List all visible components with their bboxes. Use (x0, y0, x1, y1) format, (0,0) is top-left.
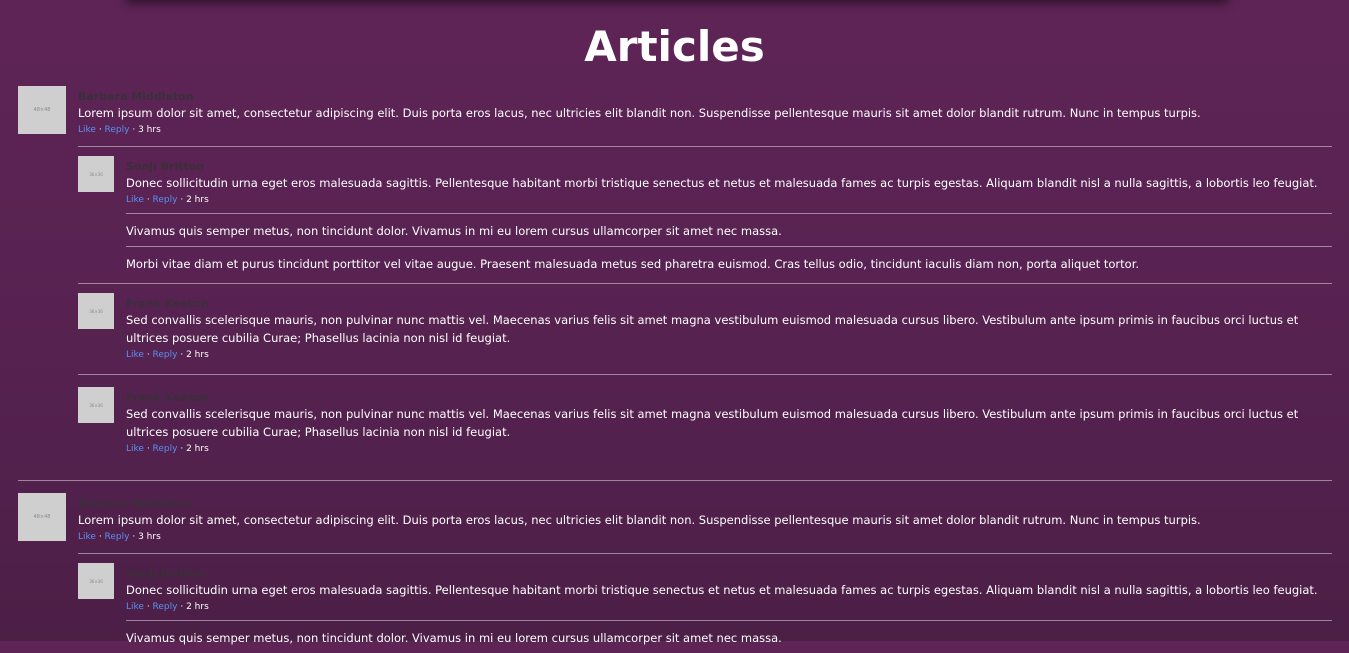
reply-actions: Like · Reply · 2 hrs (126, 350, 209, 360)
reply-link[interactable]: Reply (105, 532, 130, 542)
divider (78, 283, 1332, 284)
reply-note: Vivamus quis semper metus, non tincidunt… (126, 631, 782, 645)
replies: 36×36 Sonji Britton Donec sollicitudin u… (78, 146, 1332, 456)
reply-actions: Like · Reply · 2 hrs (126, 444, 209, 454)
reply-link[interactable]: Reply (153, 444, 178, 454)
comment: 48×48 Barbara Middleton Lorem ipsum dolo… (18, 493, 1332, 544)
reply-text: Sed convallis scelerisque mauris, non pu… (126, 313, 1299, 345)
reply: 36×36 Sonji Britton Donec sollicitudin u… (78, 156, 1332, 279)
comment-time: 3 hrs (138, 532, 161, 542)
reply-author[interactable]: Frank Keeton (126, 296, 1332, 311)
reply-text: Donec sollicitudin urna eget eros malesu… (126, 583, 1318, 597)
avatar: 48×48 (18, 493, 66, 541)
reply-content: Sonji Britton Donec sollicitudin urna eg… (126, 156, 1332, 279)
avatar: 36×36 (78, 563, 114, 599)
divider (78, 146, 1332, 147)
reply: 36×36 Frank Keeton Sed convallis sceleri… (78, 387, 1332, 456)
comment-author[interactable]: Barbara Middleton (78, 496, 1332, 511)
reply-time: 2 hrs (186, 602, 209, 612)
reply-actions: Like · Reply · 2 hrs (126, 195, 209, 205)
comment-content: Barbara Middleton Lorem ipsum dolor sit … (78, 493, 1332, 544)
comment-author[interactable]: Barbara Middleton (78, 89, 1332, 104)
comment-text: Lorem ipsum dolor sit amet, consectetur … (78, 513, 1201, 527)
comment-thread: 48×48 Barbara Middleton Lorem ipsum dolo… (18, 86, 1332, 456)
like-link[interactable]: Like (78, 125, 96, 135)
reply-author[interactable]: Sonji Britton (126, 159, 1332, 174)
reply-content: Frank Keeton Sed convallis scelerisque m… (126, 387, 1332, 456)
reply-author[interactable]: Sonji Britton (126, 566, 1332, 581)
like-link[interactable]: Like (126, 602, 144, 612)
reply-link[interactable]: Reply (153, 195, 178, 205)
reply-content: Sonji Britton Donec sollicitudin urna eg… (126, 563, 1332, 653)
reply-content: Frank Keeton Sed convallis scelerisque m… (126, 293, 1332, 362)
avatar: 36×36 (78, 156, 114, 192)
thread-divider (18, 480, 1332, 481)
avatar: 36×36 (78, 387, 114, 423)
comment-actions: Like · Reply · 3 hrs (78, 125, 161, 135)
reply-note: Vivamus quis semper metus, non tincidunt… (126, 224, 782, 238)
reply-text: Sed convallis scelerisque mauris, non pu… (126, 407, 1299, 439)
reply-time: 2 hrs (186, 350, 209, 360)
divider (78, 374, 1332, 375)
reply: 36×36 Sonji Britton Donec sollicitudin u… (78, 563, 1332, 653)
reply-link[interactable]: Reply (153, 350, 178, 360)
comment-thread: 48×48 Barbara Middleton Lorem ipsum dolo… (18, 493, 1332, 653)
reply-link[interactable]: Reply (153, 602, 178, 612)
reply: 36×36 Frank Keeton Sed convallis sceleri… (78, 293, 1332, 362)
comment-text: Lorem ipsum dolor sit amet, consectetur … (78, 106, 1201, 120)
divider (78, 553, 1332, 554)
comment-time: 3 hrs (138, 125, 161, 135)
reply-actions: Like · Reply · 2 hrs (126, 602, 209, 612)
comment: 48×48 Barbara Middleton Lorem ipsum dolo… (18, 86, 1332, 137)
avatar: 36×36 (78, 293, 114, 329)
reply-author[interactable]: Frank Keeton (126, 390, 1332, 405)
reply-note: Morbi vitae diam et purus tincidunt port… (126, 257, 1140, 271)
comment-content: Barbara Middleton Lorem ipsum dolor sit … (78, 86, 1332, 137)
like-link[interactable]: Like (126, 195, 144, 205)
reply-time: 2 hrs (186, 444, 209, 454)
like-link[interactable]: Like (126, 350, 144, 360)
avatar: 48×48 (18, 86, 66, 134)
reply-time: 2 hrs (186, 195, 209, 205)
reply-text: Donec sollicitudin urna eget eros malesu… (126, 176, 1318, 190)
reply-link[interactable]: Reply (105, 125, 130, 135)
like-link[interactable]: Like (126, 444, 144, 454)
replies: 36×36 Sonji Britton Donec sollicitudin u… (78, 553, 1332, 653)
page-title: Articles (584, 22, 765, 71)
comment-actions: Like · Reply · 3 hrs (78, 532, 161, 542)
like-link[interactable]: Like (78, 532, 96, 542)
